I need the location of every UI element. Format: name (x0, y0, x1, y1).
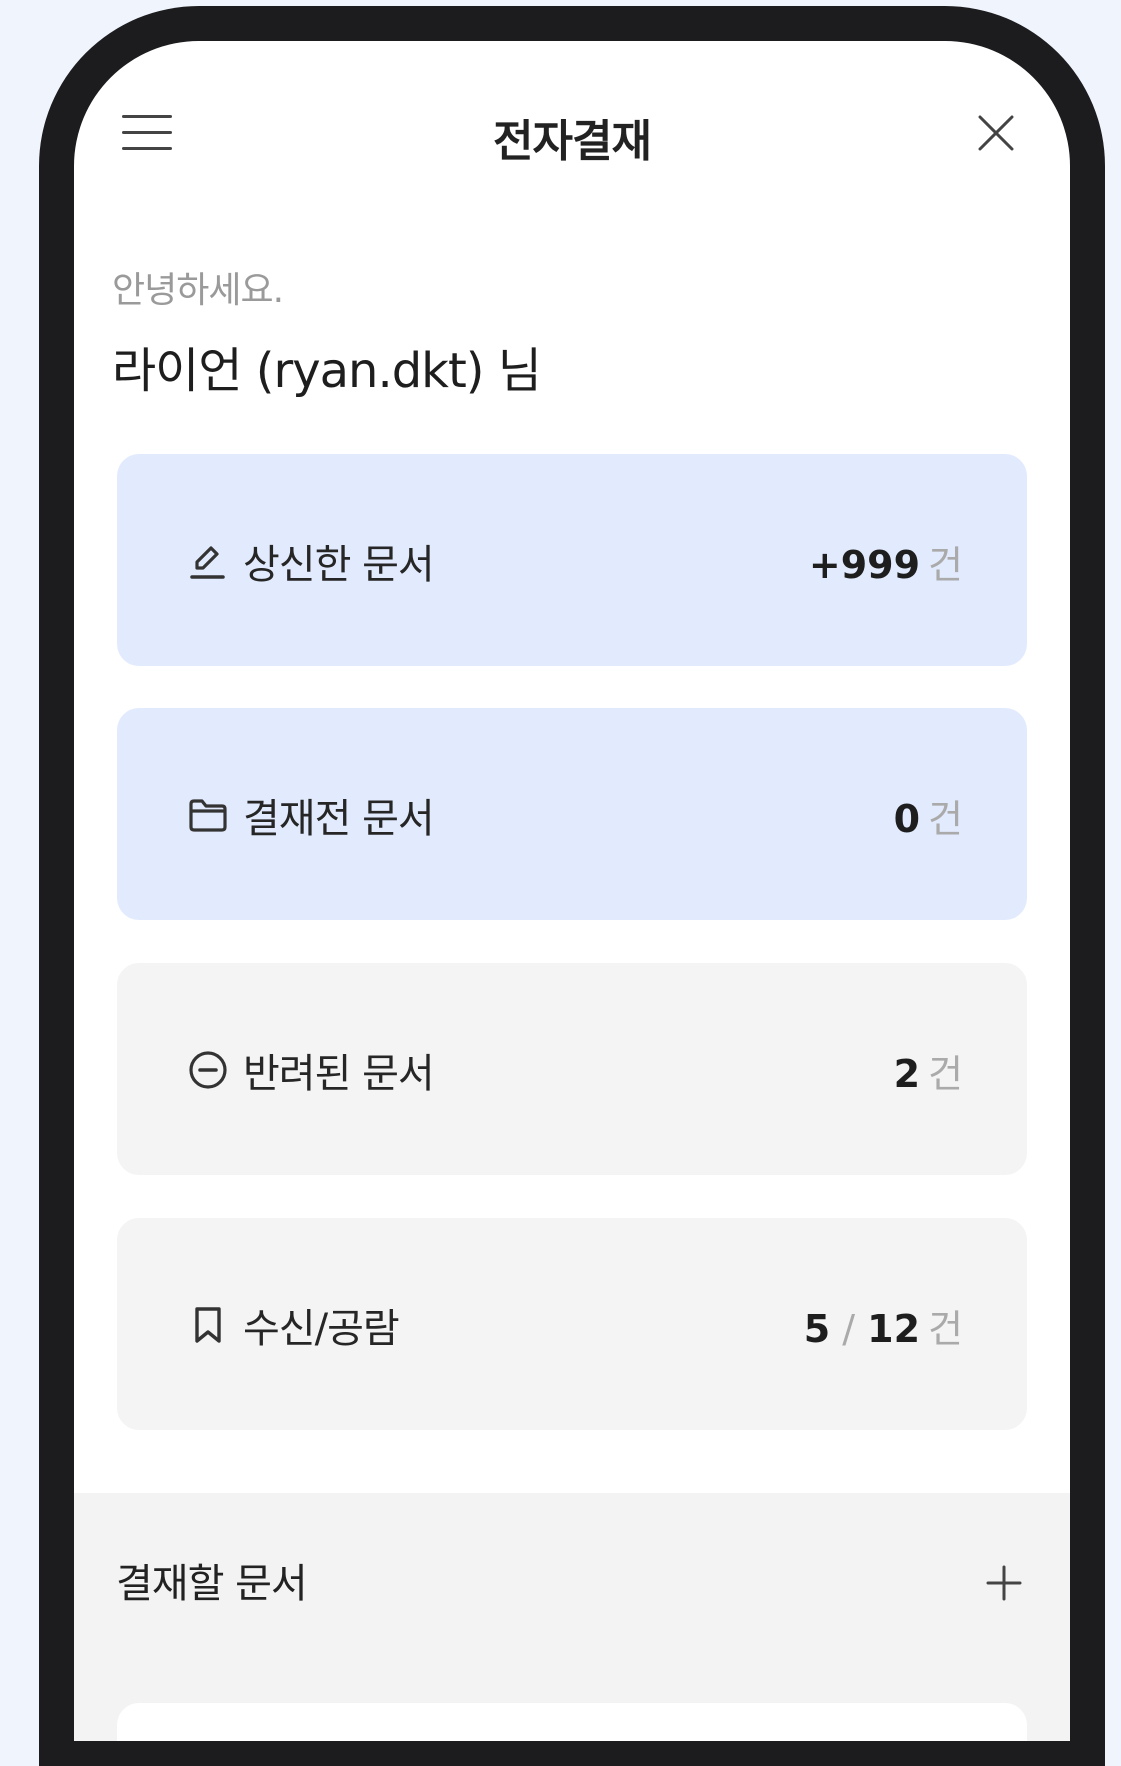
page-title: 전자결재 (493, 116, 652, 167)
count-total: 12 (867, 1307, 921, 1351)
count-value: +999 (808, 543, 921, 587)
card-pending-documents[interactable]: 결재전 문서 0건 (117, 708, 1027, 920)
count-unit: 건 (928, 1052, 963, 1096)
card-received-documents[interactable]: 수신/공람 5 / 12 건 (117, 1218, 1027, 1430)
count-unit: 건 (928, 1307, 963, 1351)
card-count: 5 / 12 건 (804, 1298, 963, 1353)
card-count: 0건 (894, 788, 963, 843)
card-label: 상신한 문서 (243, 542, 435, 588)
card-label: 수신/공람 (243, 1306, 400, 1352)
app-screen: 전자결재 안녕하세요. 라이언 (ryan.dkt) 님 상신한 문서 +999… (74, 41, 1070, 1741)
card-label: 결재전 문서 (243, 796, 435, 842)
count-value: 0 (893, 797, 921, 841)
count-value: 2 (893, 1052, 921, 1096)
minus-circle-icon (189, 1051, 227, 1089)
card-count: 2건 (894, 1043, 963, 1098)
count-unit: 건 (928, 797, 963, 841)
documents-to-approve-section: 결재할 문서 (74, 1493, 1070, 1741)
close-icon[interactable] (974, 111, 1018, 155)
pen-icon (190, 546, 225, 579)
count-separator: / (842, 1307, 856, 1351)
card-label: 반려된 문서 (243, 1051, 435, 1097)
card-submitted-documents[interactable]: 상신한 문서 +999 건 (117, 454, 1027, 666)
user-name: 라이언 (ryan.dkt) 님 (112, 343, 542, 399)
document-card[interactable] (117, 1703, 1027, 1741)
count-unit: 건 (928, 543, 963, 587)
section-title: 결재할 문서 (116, 1561, 308, 1607)
top-bar: 전자결재 (74, 41, 1070, 191)
count-value: 5 (803, 1307, 831, 1351)
card-count: +999 건 (809, 534, 963, 589)
card-rejected-documents[interactable]: 반려된 문서 2건 (117, 963, 1027, 1175)
greeting-text: 안녕하세요. (112, 270, 284, 311)
folder-icon (189, 799, 227, 832)
bookmark-icon (195, 1307, 221, 1343)
plus-icon[interactable] (984, 1563, 1024, 1603)
